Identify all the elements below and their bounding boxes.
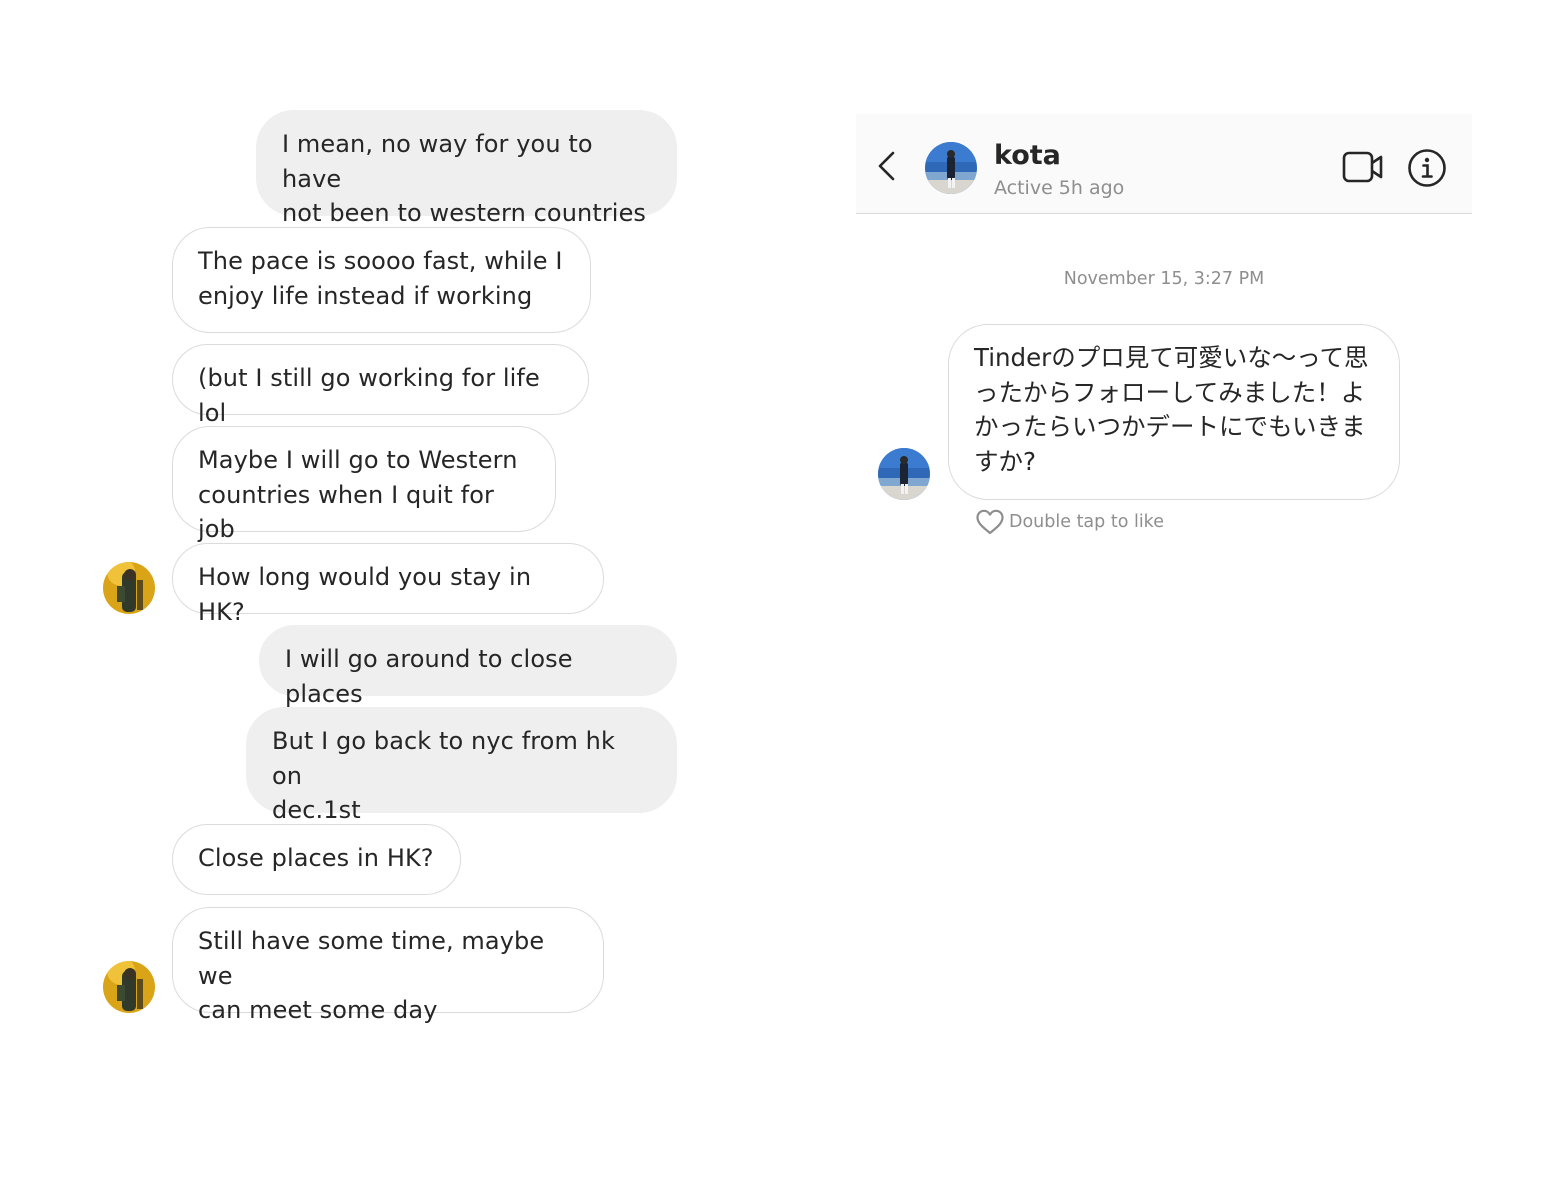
- avatar-photo: [103, 961, 155, 1013]
- message-bubble-outgoing[interactable]: I mean, no way for you to have not been …: [256, 110, 677, 227]
- message-bubble-incoming[interactable]: Tinderのプロ見て可愛いな～って思ったからフォローしてみました！よかったらい…: [948, 324, 1400, 500]
- avatar-photo: [878, 448, 930, 500]
- info-icon[interactable]: [1407, 148, 1447, 188]
- avatar-photo: [103, 562, 155, 614]
- contact-avatar[interactable]: [925, 142, 977, 194]
- message-bubble-outgoing[interactable]: But I go back to nyc from hk on dec.1st: [246, 707, 677, 824]
- active-status: Active 5h ago: [994, 177, 1125, 199]
- message-bubble-incoming[interactable]: Close places in HK?: [172, 824, 461, 895]
- message-bubble-incoming[interactable]: The pace is soooo fast, while I enjoy li…: [172, 227, 591, 333]
- heart-icon[interactable]: [975, 508, 1005, 536]
- sender-avatar[interactable]: [103, 961, 155, 1013]
- message-bubble-incoming[interactable]: Still have some time, maybe we can meet …: [172, 907, 604, 1024]
- conversation-header: kota Active 5h ago: [856, 114, 1472, 214]
- contact-avatar-small[interactable]: [878, 448, 930, 500]
- double-tap-like-hint: Double tap to like: [975, 507, 1164, 537]
- message-bubble-incoming[interactable]: (but I still go working for life lol: [172, 344, 589, 427]
- left-conversation: I mean, no way for you to have not been …: [0, 0, 700, 1199]
- contact-name[interactable]: kota: [994, 139, 1061, 173]
- like-hint-label: Double tap to like: [1009, 512, 1164, 532]
- video-call-icon[interactable]: [1342, 150, 1384, 184]
- avatar-photo: [925, 142, 977, 194]
- sender-avatar[interactable]: [103, 562, 155, 614]
- message-bubble-incoming[interactable]: Maybe I will go to Western countries whe…: [172, 426, 556, 543]
- message-timestamp: November 15, 3:27 PM: [1063, 269, 1265, 289]
- chevron-left-icon[interactable]: [876, 150, 898, 182]
- message-bubble-incoming[interactable]: How long would you stay in HK?: [172, 543, 604, 626]
- message-bubble-outgoing[interactable]: I will go around to close places: [259, 625, 677, 708]
